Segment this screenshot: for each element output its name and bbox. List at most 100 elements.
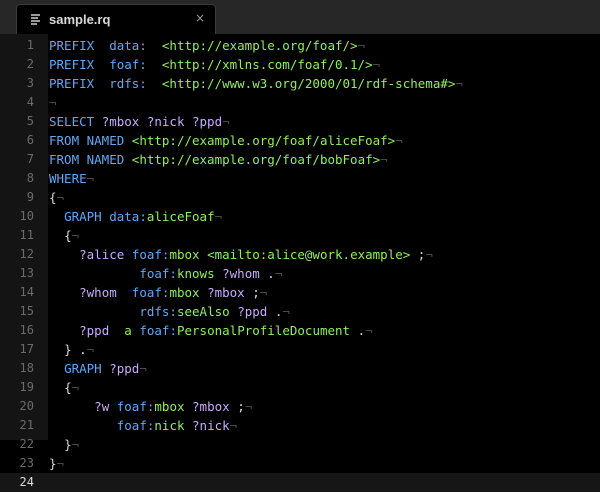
code-text: FROM NAMED <http://example.org/foaf/alic… bbox=[49, 131, 403, 150]
code-lines: 1 PREFIX data: <http://example.org/foaf/>… bbox=[0, 36, 600, 492]
line-number: 24 bbox=[19, 475, 34, 489]
whitespace-marker: ¬ bbox=[49, 95, 57, 110]
code-token: PREFIX bbox=[49, 76, 95, 91]
code-text: PREFIX foaf: <http://xmlns.com/foaf/0.1/… bbox=[49, 55, 380, 74]
code-text: }¬ bbox=[49, 454, 64, 473]
code-token: } . bbox=[64, 342, 87, 357]
code-line[interactable]: 9 {¬ bbox=[0, 188, 600, 207]
code-line[interactable]: 24 bbox=[0, 473, 600, 492]
code-token: foaf: bbox=[139, 323, 177, 338]
code-token: a bbox=[124, 323, 140, 338]
code-text: rdfs:seeAlso ?ppd .¬ bbox=[49, 302, 290, 321]
line-number: 21 bbox=[19, 418, 34, 432]
code-token: knows bbox=[176, 266, 223, 281]
code-token: ?mbox bbox=[207, 285, 245, 300]
code-token: GRAPH bbox=[64, 209, 110, 224]
line-number: 18 bbox=[19, 361, 34, 375]
whitespace-marker: ¬ bbox=[282, 304, 290, 319]
code-line[interactable]: 8 WHERE¬ bbox=[0, 169, 600, 188]
code-line[interactable]: 11 {¬ bbox=[0, 226, 600, 245]
code-token: } bbox=[64, 437, 72, 452]
code-token: rdfs: bbox=[139, 304, 177, 319]
whitespace-marker: ¬ bbox=[372, 57, 381, 72]
code-line[interactable]: 2 PREFIX foaf: <http://xmlns.com/foaf/0.1… bbox=[0, 55, 600, 74]
line-number: 11 bbox=[19, 228, 34, 242]
line-number: 4 bbox=[26, 95, 34, 109]
code-editor[interactable]: 1 PREFIX data: <http://example.org/foaf/>… bbox=[0, 34, 600, 492]
code-line[interactable]: 19 {¬ bbox=[0, 378, 600, 397]
code-token: ?ppd bbox=[109, 361, 140, 376]
line-number: 16 bbox=[19, 323, 34, 337]
code-line[interactable]: 21 foaf:nick ?nick¬ bbox=[0, 416, 600, 435]
line-number: 17 bbox=[19, 342, 34, 356]
whitespace-marker: ¬ bbox=[455, 76, 463, 91]
code-token: rdfs: bbox=[94, 76, 162, 91]
code-text: PREFIX rdfs: <http://www.w3.org/2000/01/… bbox=[49, 74, 463, 93]
code-token: data: bbox=[94, 38, 162, 53]
code-token: data: bbox=[109, 209, 147, 224]
code-line[interactable]: 10 GRAPH data:aliceFoaf¬ bbox=[0, 207, 600, 226]
code-token: foaf: bbox=[116, 399, 155, 414]
code-line[interactable]: 14 ?whom foaf:mbox ?mbox ;¬ bbox=[0, 283, 600, 302]
whitespace-marker: ¬ bbox=[357, 38, 366, 53]
code-token: PersonalProfileDocument bbox=[176, 323, 351, 338]
code-token: } bbox=[49, 456, 57, 471]
code-token: ?mbox ?nick ?ppd bbox=[101, 114, 223, 129]
line-number: 7 bbox=[26, 152, 34, 166]
line-number: 5 bbox=[26, 114, 34, 128]
code-token: foaf: bbox=[139, 266, 177, 281]
code-token: ; bbox=[229, 399, 245, 414]
line-number: 15 bbox=[19, 304, 34, 318]
line-number: 9 bbox=[26, 190, 34, 204]
line-number: 3 bbox=[26, 76, 34, 90]
whitespace-marker: ¬ bbox=[259, 285, 268, 300]
code-token: <http://www.w3.org/2000/01/rdf-schema#> bbox=[161, 76, 456, 91]
whitespace-marker bbox=[49, 247, 64, 262]
code-token: foaf: bbox=[131, 247, 170, 262]
whitespace-marker: ¬ bbox=[86, 342, 95, 357]
code-token: PREFIX bbox=[49, 38, 95, 53]
code-token: <http://xmlns.com/foaf/0.1/> bbox=[161, 57, 373, 72]
code-text: SELECT ?mbox ?nick ?ppd¬ bbox=[49, 112, 230, 131]
code-line[interactable]: 22 }¬ bbox=[0, 435, 600, 454]
line-number: 14 bbox=[19, 285, 34, 299]
code-line[interactable]: 12 ?alice foaf:mbox <mailto:alice@work.e… bbox=[0, 245, 600, 264]
code-token: ?ppd bbox=[64, 323, 125, 338]
code-line[interactable]: 16 ?ppd a foaf:PersonalProfileDocument .… bbox=[0, 321, 600, 340]
whitespace-marker: ¬ bbox=[139, 361, 147, 376]
code-line[interactable]: 5 SELECT ?mbox ?nick ?ppd¬ bbox=[0, 112, 600, 131]
code-text: }¬ bbox=[49, 435, 79, 454]
code-line[interactable]: 1 PREFIX data: <http://example.org/foaf/>… bbox=[0, 36, 600, 55]
code-token: ?whom bbox=[64, 285, 132, 300]
code-token: mbox bbox=[169, 247, 208, 262]
code-line[interactable]: 13 foaf:knows ?whom .¬ bbox=[0, 264, 600, 283]
code-token: ?alice bbox=[64, 247, 132, 262]
code-text: ?whom foaf:mbox ?mbox ;¬ bbox=[49, 283, 267, 302]
code-line[interactable]: 18 GRAPH ?ppd¬ bbox=[0, 359, 600, 378]
code-text: ?w foaf:mbox ?mbox ;¬ bbox=[49, 397, 252, 416]
close-icon[interactable]: × bbox=[195, 11, 205, 25]
code-token: ?nick bbox=[192, 418, 230, 433]
line-number: 2 bbox=[26, 57, 34, 71]
code-text: PREFIX data: <http://example.org/foaf/>¬ bbox=[49, 36, 365, 55]
code-line[interactable]: 15 rdfs:seeAlso ?ppd .¬ bbox=[0, 302, 600, 321]
whitespace-marker bbox=[64, 266, 139, 281]
code-token: { bbox=[64, 228, 72, 243]
code-text: ?alice foaf:mbox <mailto:alice@work.exam… bbox=[49, 245, 433, 264]
code-text: ¬ bbox=[49, 93, 57, 112]
code-line[interactable]: 3 PREFIX rdfs: <http://www.w3.org/2000/01… bbox=[0, 74, 600, 93]
tab-sample-rq[interactable]: sample.rq × bbox=[16, 4, 216, 34]
whitespace-marker: ¬ bbox=[71, 380, 80, 395]
code-token: mbox bbox=[154, 399, 193, 414]
code-line[interactable]: 7 FROM NAMED <http://example.org/foaf/bob… bbox=[0, 150, 600, 169]
code-line[interactable]: 23}¬ bbox=[0, 454, 600, 473]
code-token: ?mbox bbox=[192, 399, 230, 414]
whitespace-marker: ¬ bbox=[274, 266, 283, 281]
code-text: foaf:nick ?nick¬ bbox=[49, 416, 237, 435]
code-line[interactable]: 4 ¬ bbox=[0, 93, 600, 112]
code-line[interactable]: 20 ?w foaf:mbox ?mbox ;¬ bbox=[0, 397, 600, 416]
code-token: . bbox=[350, 323, 366, 338]
code-line[interactable]: 6 FROM NAMED <http://example.org/foaf/ali… bbox=[0, 131, 600, 150]
code-line[interactable]: 17 } .¬ bbox=[0, 340, 600, 359]
line-number: 8 bbox=[26, 171, 34, 185]
